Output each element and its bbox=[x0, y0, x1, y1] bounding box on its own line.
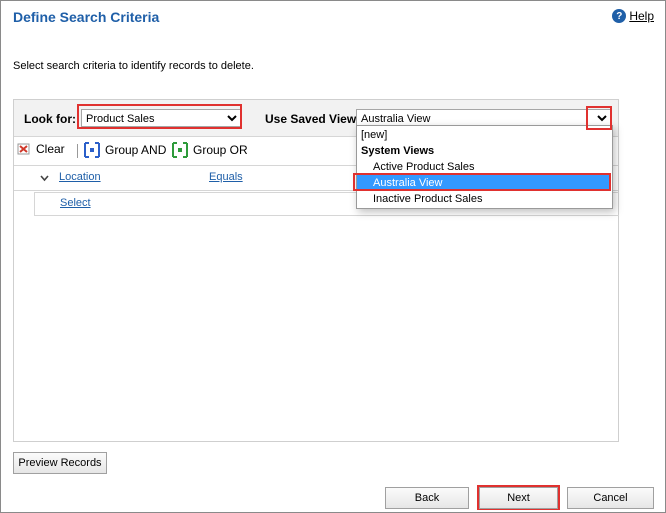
callout-look-for bbox=[77, 104, 242, 129]
cancel-button[interactable]: Cancel bbox=[567, 487, 654, 509]
group-or-icon bbox=[172, 142, 188, 158]
dialog-title: Define Search Criteria bbox=[13, 9, 160, 25]
toolbar-divider bbox=[77, 144, 78, 158]
group-and-label: Group AND bbox=[105, 143, 167, 157]
help-icon: ? bbox=[612, 9, 627, 23]
filter-operator-link[interactable]: Equals bbox=[209, 171, 243, 183]
clear-label: Clear bbox=[36, 142, 65, 156]
preview-records-button[interactable]: Preview Records bbox=[13, 452, 107, 474]
group-and-icon bbox=[84, 142, 100, 158]
help-link[interactable]: ? Help bbox=[612, 9, 654, 23]
clear-button[interactable]: Clear bbox=[17, 142, 65, 156]
dropdown-item-new[interactable]: [new] bbox=[357, 127, 614, 143]
dropdown-item-inactive-product-sales[interactable]: Inactive Product Sales bbox=[357, 191, 626, 207]
callout-australia-view bbox=[353, 173, 611, 191]
saved-view-label: Use Saved View: bbox=[265, 112, 361, 126]
saved-view-dropdown-list: [new] System Views Active Product Sales … bbox=[356, 125, 613, 209]
instructions-text: Select search criteria to identify recor… bbox=[13, 60, 254, 72]
next-button[interactable]: Next bbox=[479, 487, 558, 509]
filter-field-link[interactable]: Location bbox=[59, 171, 101, 183]
select-field-link[interactable]: Select bbox=[60, 197, 91, 209]
help-label: Help bbox=[629, 9, 654, 23]
eraser-icon bbox=[17, 143, 30, 155]
group-or-button[interactable]: Group OR bbox=[172, 142, 248, 158]
group-or-label: Group OR bbox=[193, 143, 248, 157]
callout-dropdown-arrow bbox=[586, 106, 612, 130]
saved-view-value: Australia View bbox=[361, 113, 431, 125]
back-button[interactable]: Back bbox=[385, 487, 469, 509]
group-and-button[interactable]: Group AND bbox=[84, 142, 166, 158]
collapse-chevron-icon[interactable] bbox=[40, 171, 49, 185]
dropdown-group-system-views: System Views bbox=[361, 145, 435, 157]
look-for-label: Look for: bbox=[24, 112, 76, 126]
